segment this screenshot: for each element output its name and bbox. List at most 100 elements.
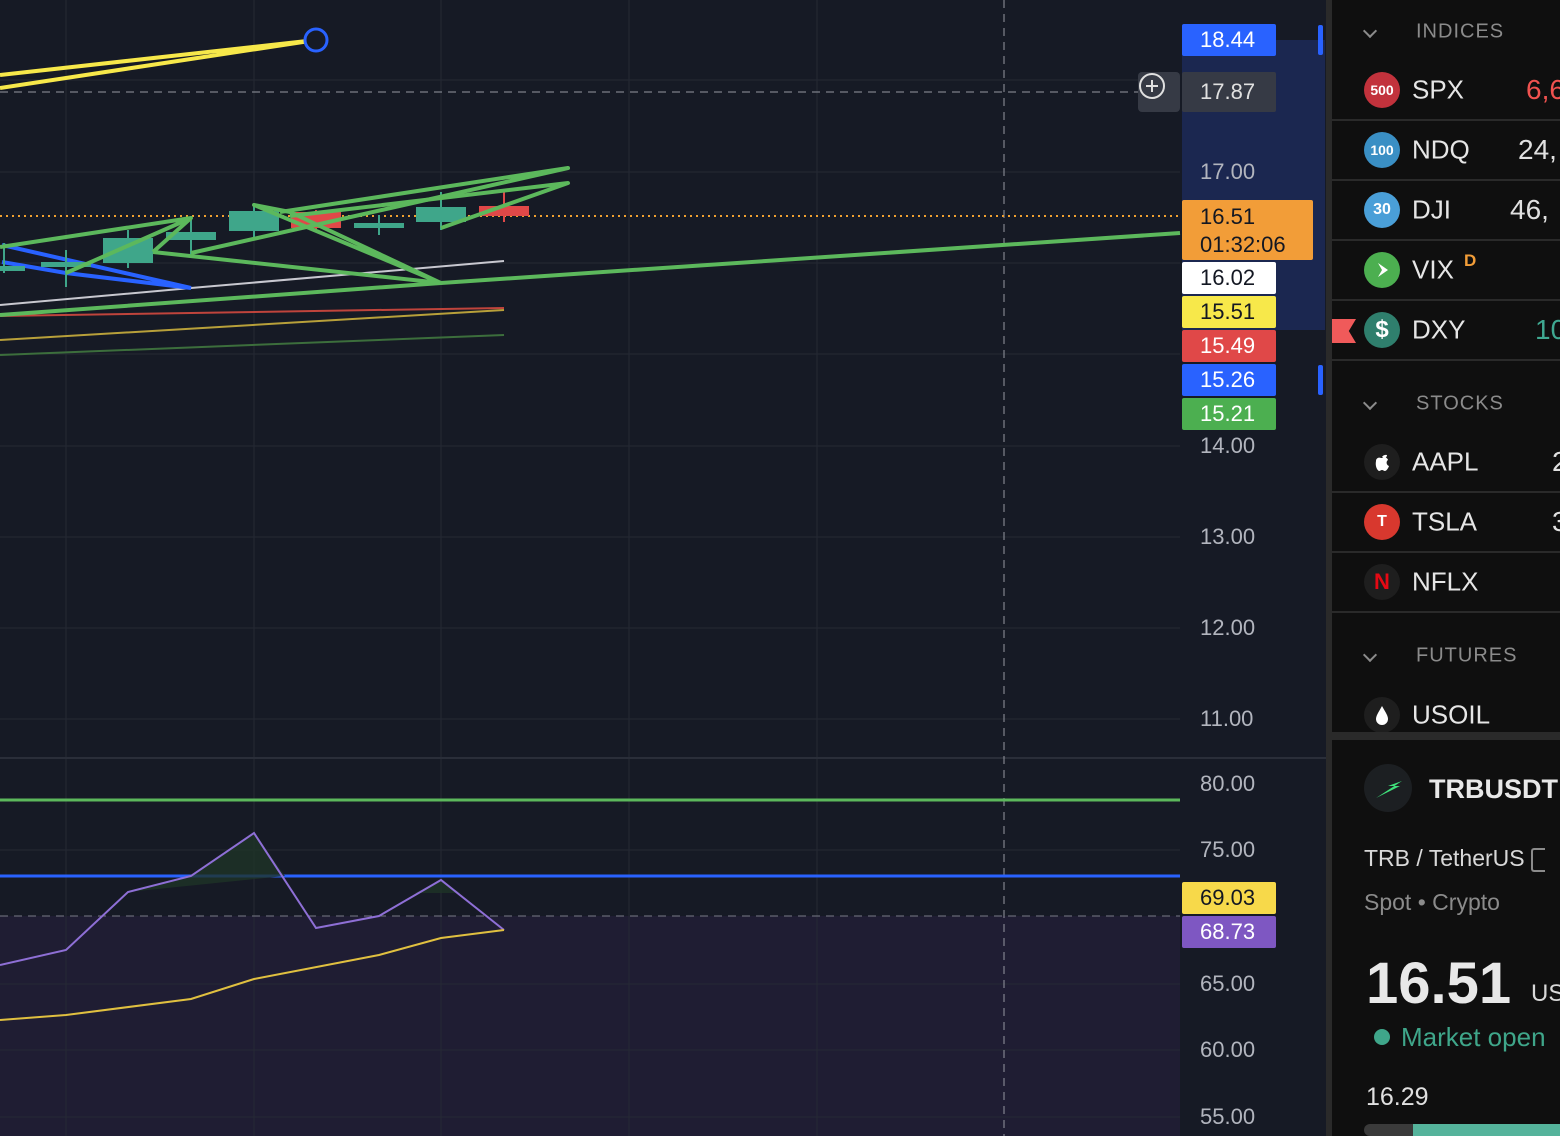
badge-text: 30 [1373,201,1391,218]
tag-crosshair: 17.87 [1182,72,1276,112]
price-axis-label: 13.00 [1200,524,1256,549]
tag-rsi-ma: 69.03 [1182,882,1276,914]
rsi-axis-label: 75.00 [1200,837,1256,862]
tag-15-51: 15.51 [1182,296,1276,328]
watchlist-row-spx[interactable]: 500 SPX 6,6 [1332,61,1560,121]
symbol-logo [1364,764,1412,812]
range-handle-top[interactable] [1318,25,1323,55]
watchlist-row-ndq[interactable]: 100 NDQ 24, [1332,121,1560,181]
row-price: 3 [1552,506,1560,537]
section-stocks[interactable]: STOCKS [1332,379,1560,429]
row-symbol: DXY [1412,314,1466,345]
day-range-bar [1364,1124,1560,1136]
row-symbol: AAPL [1412,446,1479,477]
price-axis-label: 12.00 [1200,615,1256,640]
watchlist-row-dji[interactable]: 30 DJI 46, [1332,181,1560,241]
badge-text: T [1377,513,1387,530]
section-indices[interactable]: INDICES [1332,7,1560,57]
row-symbol: NDQ [1412,134,1470,165]
price-axis-label: 14.00 [1200,433,1256,458]
watchlist-row-vix[interactable]: VIX D [1332,241,1560,301]
add-alert-button[interactable] [1138,72,1180,112]
bar-countdown: 01:32:06 [1200,232,1286,257]
section-label: STOCKS [1416,392,1504,415]
vix-logo-icon [1364,252,1400,288]
type-label: Spot [1364,889,1412,915]
dxy-logo-icon: $ [1364,312,1400,348]
section-label: FUTURES [1416,644,1518,667]
watchlist-row-tsla[interactable]: T TSLA 3 [1332,493,1560,553]
last-price: 16.51 [1200,204,1256,229]
row-symbol: NFLX [1412,566,1479,597]
row-symbol: USOIL [1412,699,1491,730]
day-low: 16.29 [1366,1083,1429,1111]
section-label: INDICES [1416,20,1505,43]
rsi-axis-label: 80.00 [1200,771,1256,796]
day-range-fill [1413,1124,1560,1136]
chart-area[interactable]: 17.00 14.00 13.00 12.00 11.00 80.00 75.0… [0,0,1326,1136]
current-price: 16.51 [1366,951,1512,1016]
badge-text: 100 [1370,142,1394,158]
drawing-yellow-trendline[interactable] [0,38,317,90]
rsi-axis-label: 55.00 [1200,1104,1256,1129]
rsi-axis-label: 65.00 [1200,971,1256,996]
rsi-axis-label: 60.00 [1200,1037,1256,1062]
tag-15-21: 15.21 [1182,398,1276,430]
chevron-down-icon [1362,647,1378,663]
chevron-down-icon [1362,395,1378,411]
chart-canvas[interactable] [0,0,1326,1136]
row-price: 46, [1510,194,1549,225]
delayed-badge: D [1464,251,1477,270]
last-price-tag: 16.51 01:32:06 [1182,200,1313,260]
row-price: 6,6 [1526,74,1560,105]
tag-15-49: 15.49 [1182,330,1276,362]
category-label: Crypto [1432,889,1500,915]
ndq-logo-icon: 100 [1364,132,1400,168]
symbol-type: Spot • Crypto [1364,889,1500,915]
price-currency: US [1531,980,1560,1007]
chevron-down-icon [1362,23,1378,39]
row-price: 10 [1535,314,1560,345]
plus-circle-icon [1139,73,1165,99]
price-axis-label: 17.00 [1200,159,1256,184]
range-handle-bottom[interactable] [1318,365,1323,395]
symbol-ticker[interactable]: TRBUSDT [1429,774,1558,805]
row-symbol: DJI [1412,194,1451,225]
market-status-dot-icon [1374,1029,1390,1045]
exchange-badge-icon[interactable] [1531,847,1546,872]
watchlist-row-nflx[interactable]: N NFLX [1332,553,1560,613]
watchlist-row-dxy[interactable]: $ DXY 10 [1332,301,1560,361]
tag-rsi: 68.73 [1182,916,1276,948]
section-futures[interactable]: FUTURES [1332,631,1560,681]
row-symbol: VIX [1412,254,1454,285]
row-price: 2 [1552,446,1560,477]
rsi-band [0,916,1180,1136]
symbol-full-name: TRB / TetherUS [1364,845,1525,871]
market-status: Market open [1401,1022,1546,1052]
drawing-handle[interactable] [303,27,329,53]
ma-green [0,334,505,356]
row-symbol: SPX [1412,74,1465,105]
tag-18-44: 18.44 [1182,24,1276,56]
dji-logo-icon: 30 [1364,192,1400,228]
drawing-green[interactable] [0,166,1181,317]
row-symbol: TSLA [1412,506,1478,537]
tag-15-26: 15.26 [1182,364,1276,396]
tag-16-02: 16.02 [1182,262,1276,294]
row-price: 24, [1518,134,1557,165]
watchlist-row-aapl[interactable]: AAPL 2 [1332,433,1560,493]
tsla-logo-icon: T [1364,504,1400,540]
badge-text: $ [1375,316,1389,343]
trb-logo-icon [1376,781,1402,798]
watchlist-panel: INDICES STOCKS FUTURES 500 SPX 6,6 100 NDQ 24… [1332,0,1560,1136]
flag-icon[interactable] [1332,319,1356,343]
panel-separator[interactable] [1332,732,1560,740]
rsi-overbought-fill [128,833,285,892]
symbol-name: TRB / TetherUS [1364,845,1546,872]
aapl-logo-icon [1364,444,1400,480]
spx-logo-icon: 500 [1364,72,1400,108]
nflx-logo-icon: N [1364,564,1400,600]
usoil-logo-icon [1364,697,1400,733]
price-axis-label: 11.00 [1200,706,1254,731]
badge-text: 500 [1370,82,1394,98]
